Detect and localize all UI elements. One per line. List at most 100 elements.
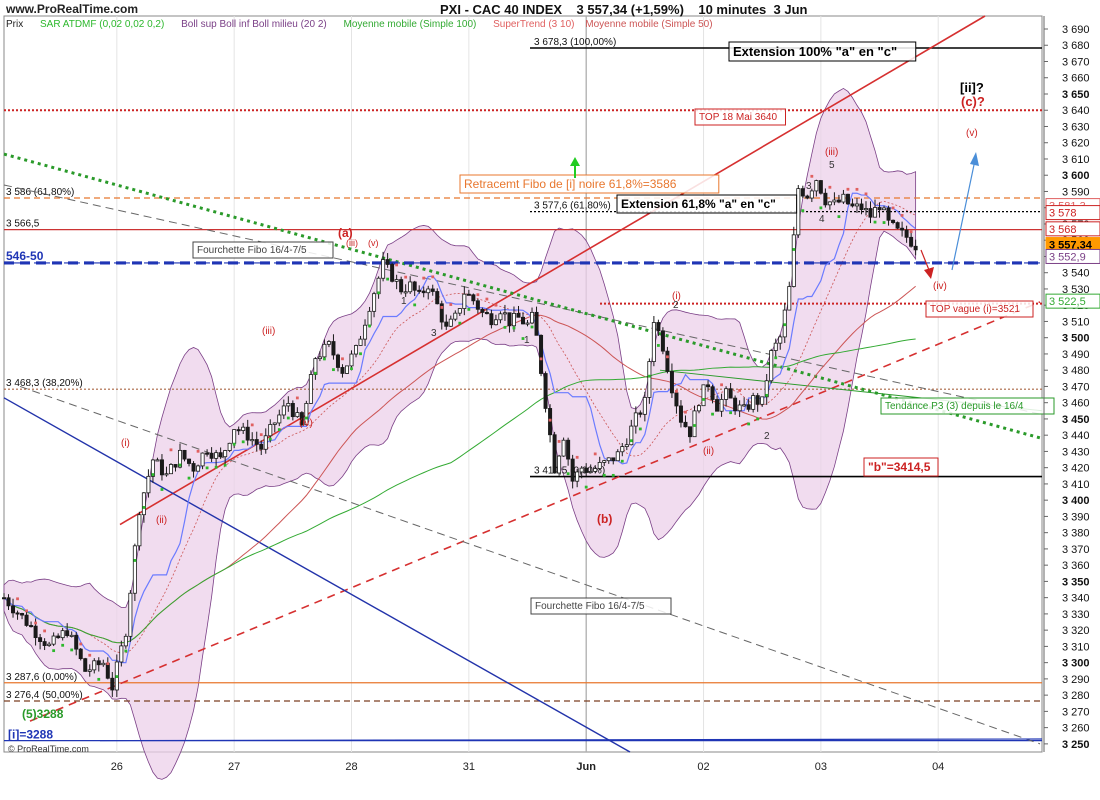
sar-dot xyxy=(52,649,56,653)
candle-body xyxy=(669,371,674,394)
sar-dot xyxy=(720,383,723,387)
candle-body xyxy=(159,459,164,476)
candle-body xyxy=(904,229,909,238)
candle-body xyxy=(859,203,864,211)
sar-dot xyxy=(377,291,380,295)
candle-body xyxy=(349,353,354,367)
candle-body xyxy=(426,288,431,294)
sar-dot xyxy=(864,192,868,196)
candle-body xyxy=(611,457,616,462)
indicator-legend: Prix SAR ATDMF (0,02 0,02 0,2) Boll sup … xyxy=(6,19,727,30)
candle-body xyxy=(534,311,539,336)
wave-label: 1 xyxy=(401,296,407,307)
legend-price[interactable]: Prix xyxy=(6,19,23,30)
candle-body xyxy=(421,290,426,294)
y-tick-label: 3 490 xyxy=(1062,349,1090,361)
candle-body xyxy=(24,614,29,626)
level-label: 3 586 (61,80%) xyxy=(6,187,74,198)
y-tick-label: 3 380 xyxy=(1062,528,1090,540)
y-tick-label: 3 330 xyxy=(1062,609,1090,621)
candle-body xyxy=(394,279,399,282)
price-tag-label: 3 552,9 xyxy=(1049,251,1086,263)
wave-label: (v) xyxy=(966,128,978,139)
legend-ma50[interactable]: Moyenne mobile (Simple 50) xyxy=(585,19,712,30)
candle-body xyxy=(308,374,313,404)
y-tick-label: 3 430 xyxy=(1062,446,1090,458)
candle-body xyxy=(322,343,327,358)
sar-dot xyxy=(711,412,714,416)
y-tick-label: 3 310 xyxy=(1062,641,1090,653)
candle-body xyxy=(602,460,607,463)
wave-label: (iv) xyxy=(933,281,947,292)
candle-body xyxy=(358,338,363,346)
candle-body xyxy=(105,662,110,679)
sar-dot xyxy=(196,449,200,453)
candle-body xyxy=(800,188,805,197)
candle-body xyxy=(873,207,878,218)
candle-body xyxy=(227,442,232,451)
candle-body xyxy=(886,207,891,221)
candle-body xyxy=(101,662,106,666)
legend-sar[interactable]: SAR ATDMF (0,02 0,02 0,2) xyxy=(40,19,164,30)
sar-dot xyxy=(539,357,543,361)
candle-body xyxy=(218,452,223,458)
candle-body xyxy=(417,289,422,292)
legend-supertrend[interactable]: SuperTrend (3 10) xyxy=(493,19,574,30)
sar-dot xyxy=(620,459,624,463)
candle-body xyxy=(196,465,201,472)
candle-body xyxy=(83,658,88,672)
y-tick-label: 3 540 xyxy=(1062,268,1090,280)
sar-dot xyxy=(512,326,516,330)
annotation-box-label: TOP vague (i)=3521 xyxy=(930,304,1020,315)
candle-body xyxy=(236,429,241,432)
candle-body xyxy=(683,421,688,428)
y-tick-label: 3 340 xyxy=(1062,593,1090,605)
candle-body xyxy=(403,291,408,294)
candle-body xyxy=(692,410,697,438)
candle-body xyxy=(187,458,192,464)
y-tick-label: 3 370 xyxy=(1062,544,1090,556)
candle-body xyxy=(665,350,670,372)
candle-body xyxy=(863,208,868,211)
wave-label: (ii) xyxy=(703,446,714,457)
sar-dot xyxy=(738,388,742,392)
candle-body xyxy=(832,199,837,203)
candle-body xyxy=(557,455,562,474)
annotation-box-label: Extension 61,8% "a" en "c" xyxy=(621,197,776,211)
y-tick-label: 3 620 xyxy=(1062,138,1090,150)
sar-dot xyxy=(350,367,353,371)
candle-body xyxy=(47,643,52,646)
candle-body xyxy=(56,635,61,639)
sar-dot xyxy=(629,439,633,443)
candle-body xyxy=(633,412,638,427)
sar-dot xyxy=(395,263,399,267)
wave-label: (ii) xyxy=(156,515,167,526)
sar-dot xyxy=(810,174,814,178)
sar-dot xyxy=(187,476,191,480)
candle-body xyxy=(493,319,498,326)
sar-dot xyxy=(756,417,760,421)
site-name[interactable]: www.ProRealTime.com xyxy=(6,2,138,16)
candle-body xyxy=(408,281,413,293)
wave-label: 1 xyxy=(524,335,530,346)
sar-dot xyxy=(61,643,65,647)
wave-label: (iii) xyxy=(825,147,838,158)
candle-body xyxy=(525,322,530,325)
candle-body xyxy=(728,388,733,399)
sar-dot xyxy=(277,428,281,431)
sar-dot xyxy=(684,410,687,414)
sar-dot xyxy=(259,433,263,437)
candle-body xyxy=(20,613,25,616)
candle-body xyxy=(638,412,643,415)
sar-dot xyxy=(909,230,913,234)
sar-dot xyxy=(458,321,462,325)
annotation-box-label: Retracemt Fibo de [i] noire 61,8%=3586 xyxy=(464,177,677,191)
legend-bollinger[interactable]: Boll sup Boll inf Boll milieu (20 2) xyxy=(181,19,327,30)
annotation-box-label: Fourchette Fibo 16/4-7/5 xyxy=(535,601,645,612)
sar-dot xyxy=(530,325,534,329)
sar-dot xyxy=(268,437,272,441)
candle-body xyxy=(277,414,282,424)
legend-ma100[interactable]: Moyenne mobile (Simple 100) xyxy=(344,19,477,30)
x-tick-label: Jun xyxy=(576,761,596,773)
candle-body xyxy=(326,341,331,345)
